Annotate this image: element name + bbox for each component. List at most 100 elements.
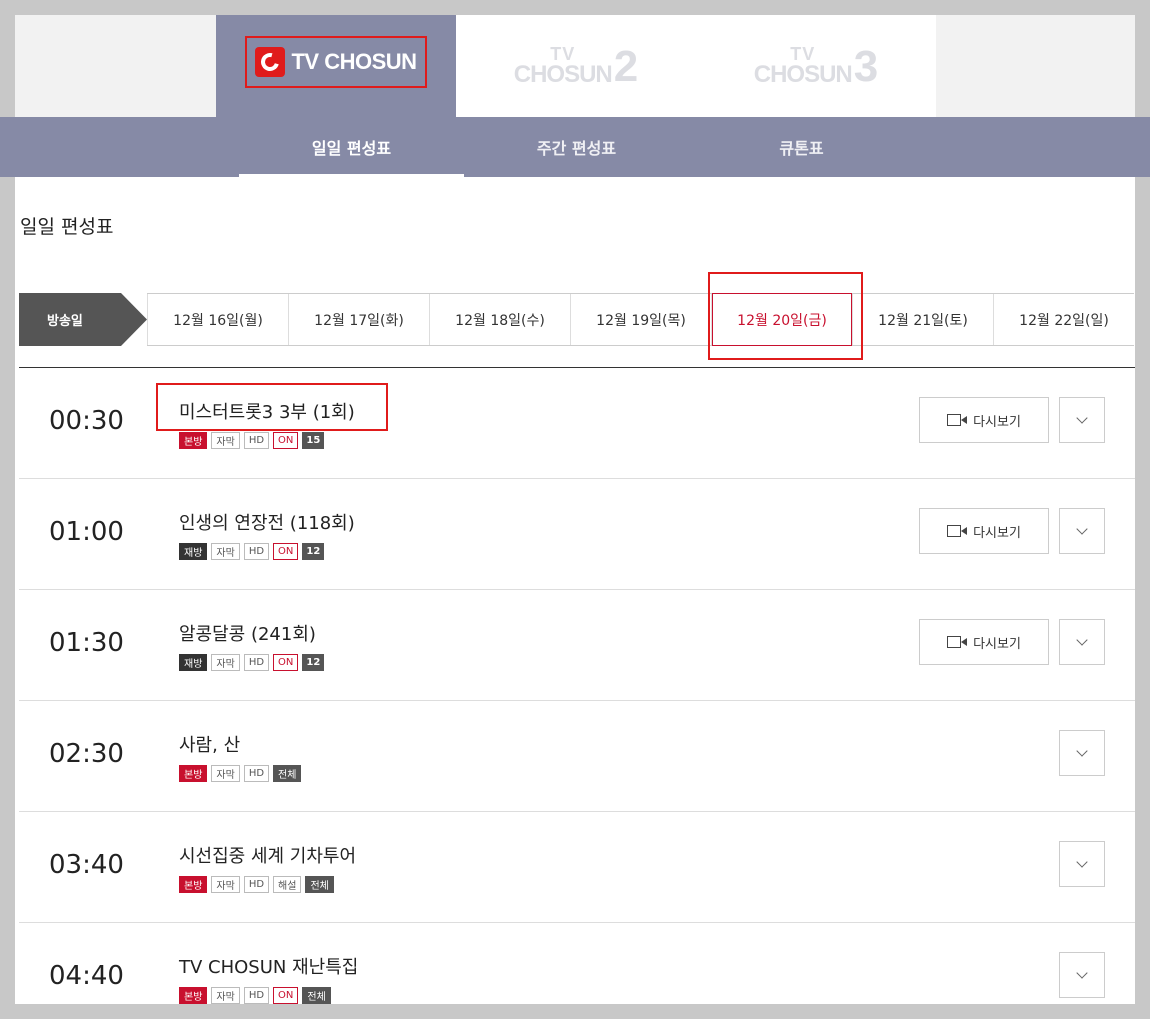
chevron-down-icon	[1076, 634, 1088, 646]
program-badge: 12	[302, 543, 325, 560]
channel-tab-tv-chosun-3[interactable]: TV CHOSUN 3	[696, 15, 936, 117]
program-row: 04:40 TV CHOSUN 재난특집본방 자막 HD ON 전체	[19, 923, 1135, 1004]
program-title[interactable]: 사람, 산	[179, 731, 240, 757]
channel-number: 2	[613, 42, 639, 92]
date-tab[interactable]: 12월 17일(화)	[288, 294, 429, 345]
replay-label: 다시보기	[973, 636, 1021, 652]
program-badge: 자막	[211, 765, 240, 782]
broadcast-date-label: 방송일	[19, 293, 147, 346]
program-badge: 본방	[179, 432, 208, 449]
program-badges: 본방 자막 HD 해설 전체	[179, 876, 334, 893]
program-badge: 자막	[211, 543, 240, 560]
program-badge: HD	[243, 654, 270, 671]
program-badges: 재방 자막 HD ON 12	[179, 654, 325, 671]
date-selector: 방송일 12월 16일(월) 12월 17일(화) 12월 18일(수) 12월 19…	[19, 293, 1135, 346]
program-badge: 전체	[302, 987, 331, 1004]
program-badge: 재방	[179, 543, 208, 560]
program-badges: 재방 자막 HD ON 12	[179, 543, 325, 560]
date-tab[interactable]: 12월 22일(일)	[993, 294, 1134, 345]
program-badge: 본방	[179, 765, 208, 782]
program-badge: HD	[243, 432, 270, 449]
replay-button[interactable]: 다시보기	[919, 397, 1049, 443]
expand-button[interactable]	[1059, 508, 1105, 554]
video-camera-icon	[947, 635, 968, 649]
program-badge: HD	[243, 765, 270, 782]
program-title[interactable]: 알콩달콩 (241회)	[179, 620, 316, 646]
expand-button[interactable]	[1059, 397, 1105, 443]
program-badge: 자막	[211, 876, 240, 893]
channel-number: 3	[853, 42, 879, 92]
program-badge: 자막	[211, 654, 240, 671]
program-badge: 12	[302, 654, 325, 671]
date-tab[interactable]: 12월 21일(토)	[852, 294, 993, 345]
replay-button[interactable]: 다시보기	[919, 619, 1049, 665]
program-badges: 본방 자막 HD 전체	[179, 765, 302, 782]
program-badge: 본방	[179, 876, 208, 893]
program-time: 02:30	[49, 739, 124, 769]
chevron-down-icon	[1076, 412, 1088, 424]
program-time: 00:30	[49, 406, 124, 436]
chevron-down-icon	[1076, 967, 1088, 979]
program-badge: 전체	[273, 765, 302, 782]
program-badge: HD	[243, 543, 270, 560]
program-row: 00:30 미스터트롯3 3부 (1회) 본방 자막 HD ON 15 다시보기	[19, 368, 1135, 479]
tab-weekly-schedule[interactable]: 주간 편성표	[464, 117, 689, 177]
program-badge: 자막	[211, 432, 240, 449]
program-time: 03:40	[49, 850, 124, 880]
tv-chosun-3-logo: TV CHOSUN 3	[753, 42, 879, 92]
tab-cue-sheet[interactable]: 큐톤표	[689, 117, 914, 177]
date-tab[interactable]: 12월 19일(목)	[570, 294, 711, 345]
program-badge: ON	[273, 987, 299, 1004]
schedule-nav: 일일 편성표 주간 편성표 큐톤표	[0, 117, 1150, 177]
program-title[interactable]: 인생의 연장전 (118회)	[179, 509, 355, 535]
date-tab[interactable]: 12월 16일(월)	[147, 294, 288, 345]
program-row: 02:30 사람, 산본방 자막 HD 전체	[19, 701, 1135, 812]
program-row: 01:00 인생의 연장전 (118회) 재방 자막 HD ON 12 다시보기	[19, 479, 1135, 590]
program-row: 01:30 알콩달콩 (241회) 재방 자막 HD ON 12 다시보기	[19, 590, 1135, 701]
program-badge: 재방	[179, 654, 208, 671]
program-title[interactable]: 미스터트롯3 3부 (1회)	[156, 383, 388, 431]
program-badge: 전체	[305, 876, 334, 893]
page-title: 일일 편성표	[20, 216, 114, 238]
program-badges: 본방 자막 HD ON 15	[179, 432, 325, 449]
program-badge: ON	[273, 432, 299, 449]
program-time: 01:00	[49, 517, 124, 547]
tv-chosun-2-logo: TV CHOSUN 2	[513, 42, 639, 92]
expand-button[interactable]	[1059, 952, 1105, 998]
chevron-down-icon	[1076, 745, 1088, 757]
channel-label-main: CHOSUN	[513, 61, 613, 88]
program-badge: 해설	[273, 876, 302, 893]
expand-button[interactable]	[1059, 619, 1105, 665]
date-tab[interactable]: 12월 18일(수)	[429, 294, 570, 345]
program-badge: HD	[243, 987, 270, 1004]
program-badge: ON	[273, 543, 299, 560]
chevron-down-icon	[1076, 856, 1088, 868]
replay-label: 다시보기	[973, 525, 1021, 541]
channel-label-main: CHOSUN	[753, 61, 853, 88]
program-badge: 15	[302, 432, 325, 449]
tv-chosun-logo-icon	[255, 47, 286, 77]
tv-chosun-logo: TV CHOSUN	[245, 36, 427, 88]
program-badges: 본방 자막 HD ON 전체	[179, 987, 331, 1004]
program-title[interactable]: 시선집중 세계 기차투어	[179, 842, 356, 868]
program-time: 04:40	[49, 961, 124, 991]
program-badge: 본방	[179, 987, 208, 1004]
program-row: 03:40 시선집중 세계 기차투어본방 자막 HD 해설 전체	[19, 812, 1135, 923]
program-badge: HD	[243, 876, 270, 893]
program-badge: 자막	[211, 987, 240, 1004]
program-badge: ON	[273, 654, 299, 671]
video-camera-icon	[947, 524, 968, 538]
replay-button[interactable]: 다시보기	[919, 508, 1049, 554]
tab-daily-schedule[interactable]: 일일 편성표	[239, 117, 464, 177]
replay-label: 다시보기	[973, 414, 1021, 430]
program-time: 01:30	[49, 628, 124, 658]
selected-date-highlight	[708, 272, 863, 360]
expand-button[interactable]	[1059, 841, 1105, 887]
chevron-down-icon	[1076, 523, 1088, 535]
expand-button[interactable]	[1059, 730, 1105, 776]
channel-tab-tv-chosun-2[interactable]: TV CHOSUN 2	[456, 15, 696, 117]
channel-tab-tv-chosun[interactable]: TV CHOSUN	[216, 15, 456, 117]
video-camera-icon	[947, 413, 968, 427]
program-title[interactable]: TV CHOSUN 재난특집	[179, 953, 358, 979]
date-tabs: 12월 16일(월) 12월 17일(화) 12월 18일(수) 12월 19일(목)…	[147, 293, 1134, 346]
